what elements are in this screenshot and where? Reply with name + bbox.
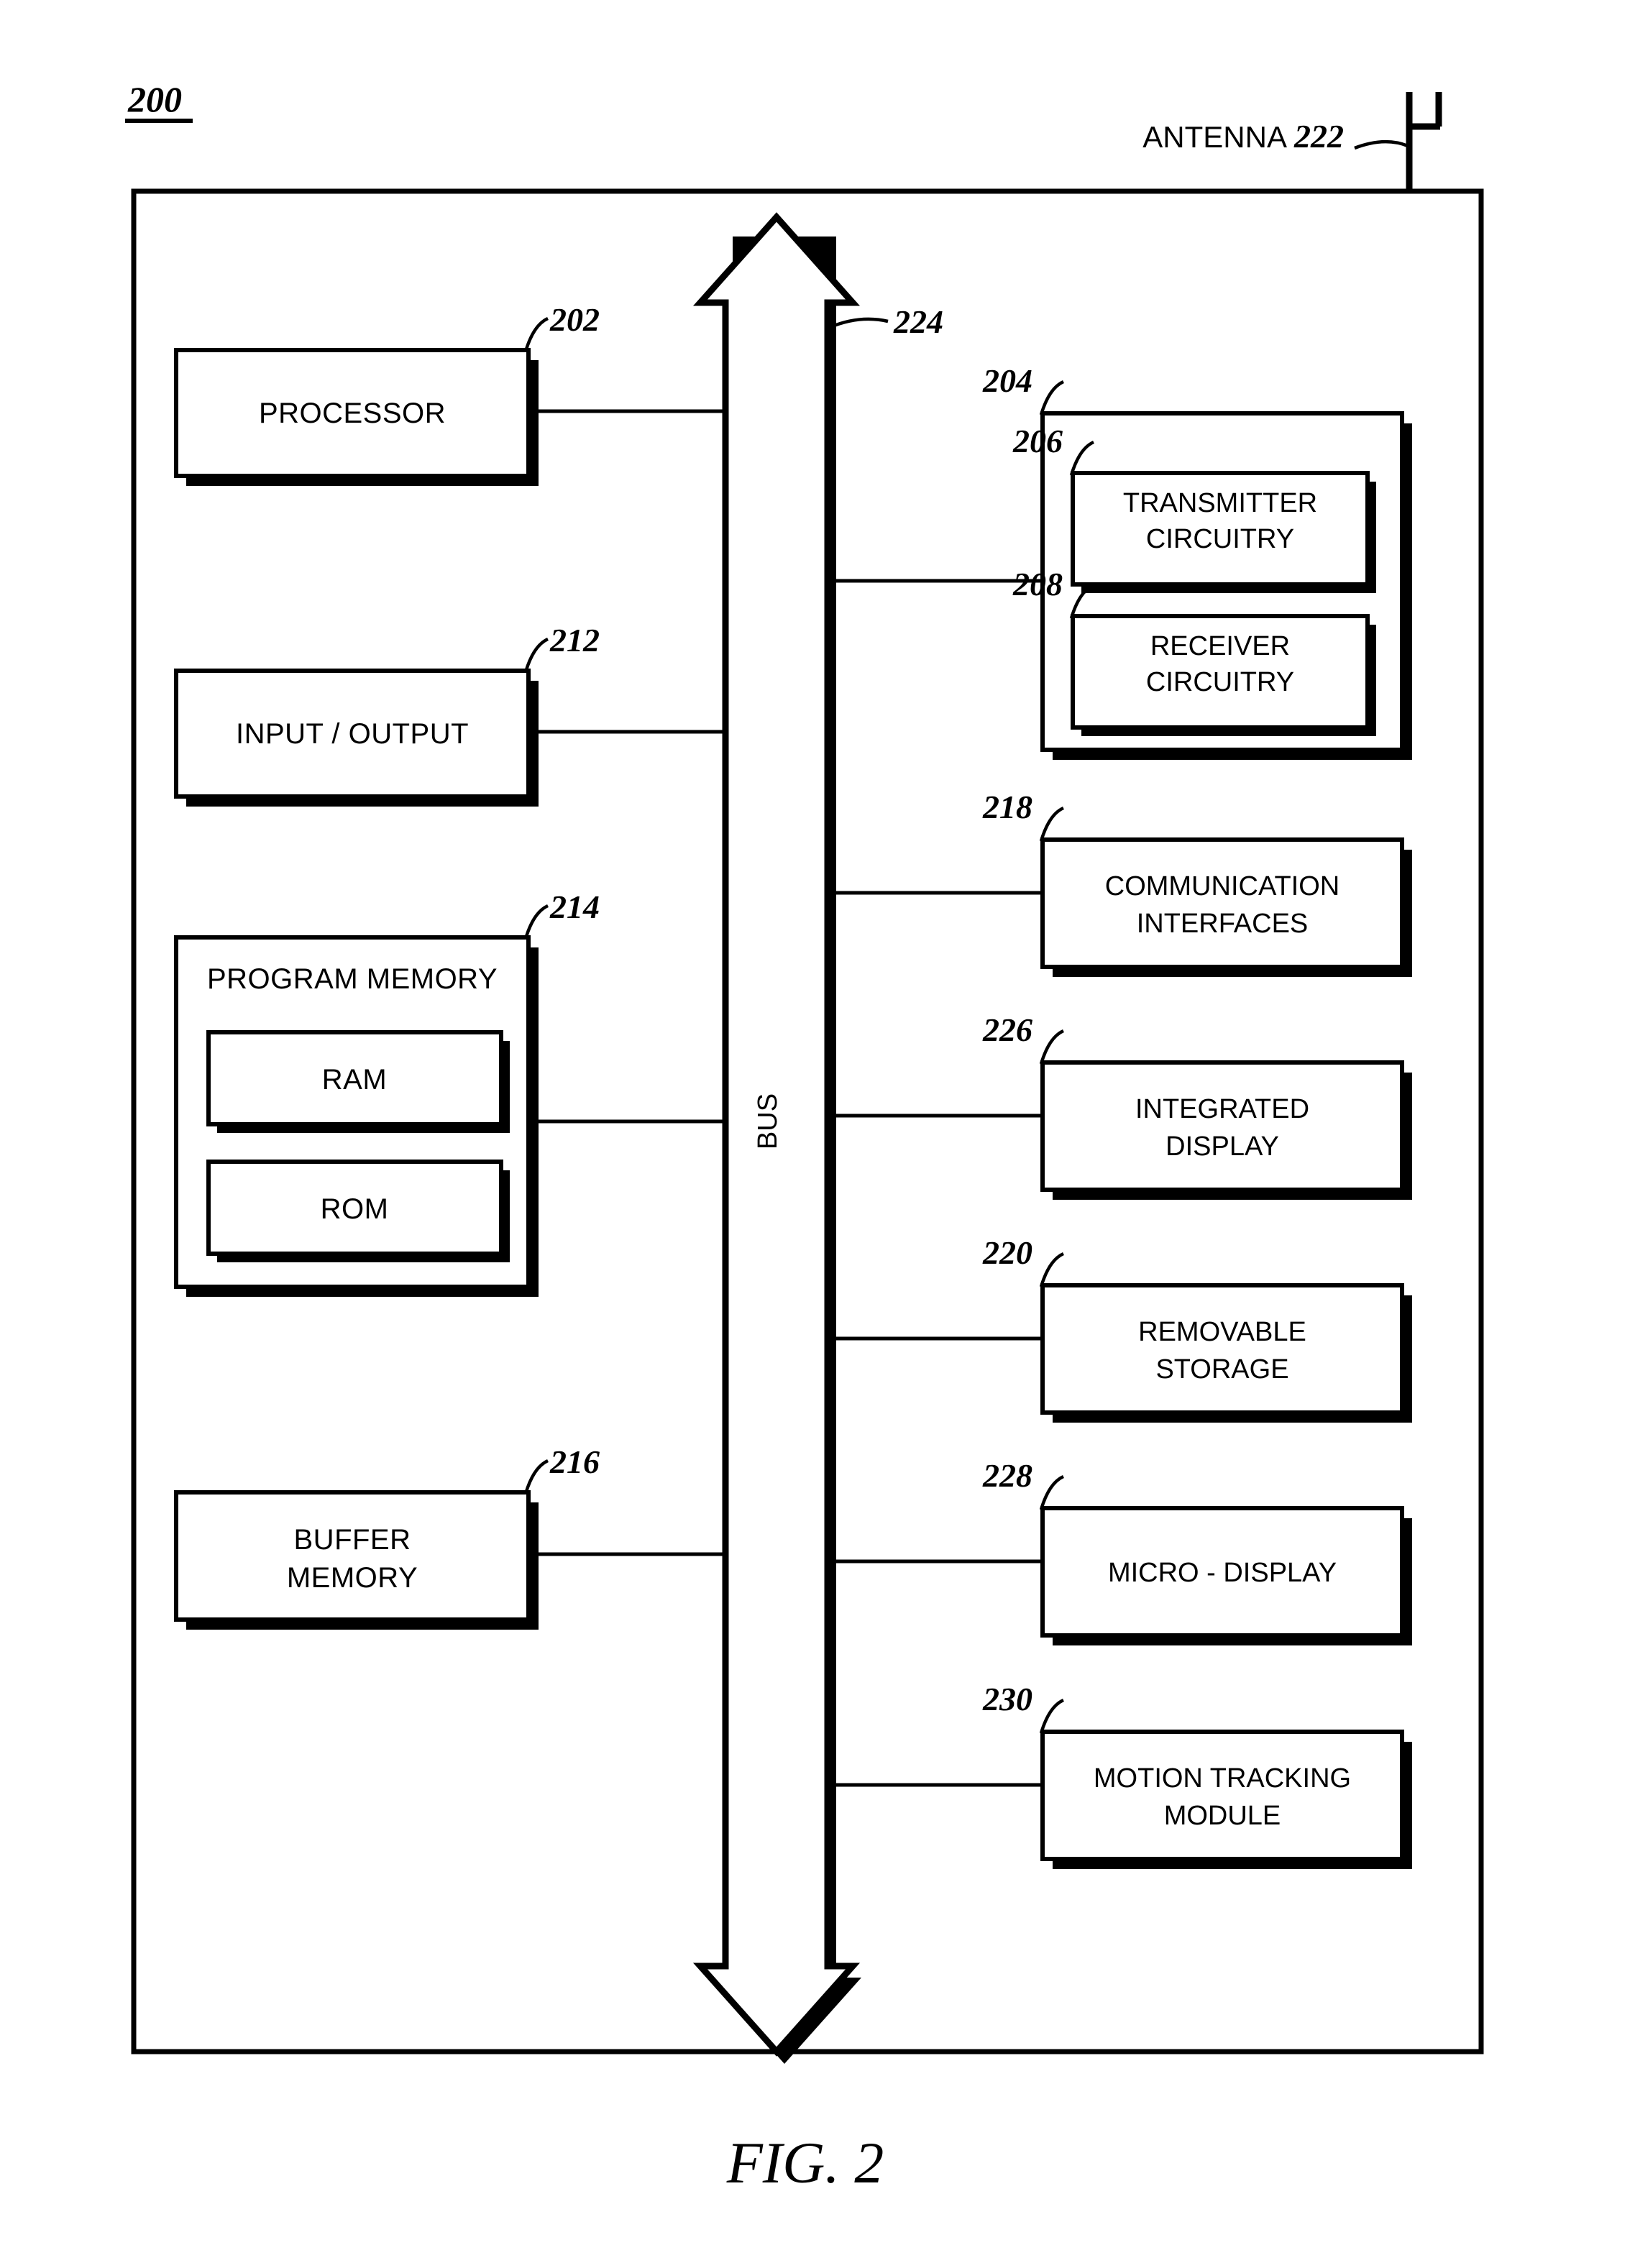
input-output-ref-number: 212 bbox=[549, 622, 600, 658]
program-memory-ref-number: 214 bbox=[549, 889, 600, 925]
block-rom[interactable]: ROM bbox=[206, 1160, 510, 1262]
block-transceiver-group[interactable]: TRANSMITTER CIRCUITRY 206 RECEIVER CIRCU… bbox=[982, 362, 1412, 760]
figure-caption: FIG. 2 bbox=[726, 2130, 884, 2195]
figure-canvas: 200 ANTENNA 222 BUS 224 PROCESSOR 202 IN… bbox=[0, 0, 1635, 2268]
receiver-circuitry-label-line1: RECEIVER bbox=[1150, 631, 1290, 661]
processor-ref-number: 202 bbox=[549, 301, 600, 338]
communication-interfaces-box bbox=[1040, 837, 1404, 969]
micro-display-label-line1: MICRO - DISPLAY bbox=[1108, 1558, 1337, 1588]
motion-tracking-module-label-line1: MOTION TRACKING bbox=[1094, 1763, 1351, 1794]
ram-label: RAM bbox=[322, 1064, 387, 1096]
bus-ref-number: 224 bbox=[893, 303, 943, 340]
antenna-label: ANTENNA bbox=[1142, 120, 1287, 154]
transceiver-group-ref-number: 204 bbox=[982, 362, 1032, 399]
communication-interfaces-ref-number: 218 bbox=[982, 789, 1032, 825]
bus-label: BUS bbox=[753, 1093, 783, 1149]
micro-display-ref-number: 228 bbox=[982, 1457, 1032, 1494]
buffer-memory-label-line2: MEMORY bbox=[287, 1562, 418, 1594]
transmitter-circuitry-ref-number: 206 bbox=[1012, 423, 1063, 459]
integrated-display-label-line1: INTEGRATED bbox=[1135, 1094, 1309, 1124]
rom-label: ROM bbox=[321, 1193, 389, 1225]
antenna-ref-number: 222 bbox=[1293, 118, 1344, 155]
integrated-display-ref-number: 226 bbox=[982, 1011, 1032, 1048]
input-output-label: INPUT / OUTPUT bbox=[236, 718, 469, 750]
block-program-memory[interactable]: PROGRAM MEMORY RAM ROM 214 bbox=[174, 889, 600, 1297]
removable-storage-ref-number: 220 bbox=[982, 1234, 1032, 1271]
transmitter-circuitry-label-line2: CIRCUITRY bbox=[1146, 524, 1294, 554]
buffer-memory-label-line1: BUFFER bbox=[294, 1524, 411, 1556]
program-memory-label: PROGRAM MEMORY bbox=[207, 963, 498, 995]
processor-label: PROCESSOR bbox=[259, 398, 446, 429]
figure-number: 200 bbox=[127, 79, 182, 119]
communication-interfaces-label-line1: COMMUNICATION bbox=[1105, 871, 1340, 901]
removable-storage-label-line1: REMOVABLE bbox=[1138, 1317, 1306, 1347]
transmitter-circuitry-label-line1: TRANSMITTER bbox=[1123, 488, 1317, 518]
receiver-circuitry-ref-number: 208 bbox=[1012, 566, 1063, 602]
removable-storage-label-line2: STORAGE bbox=[1155, 1354, 1288, 1385]
buffer-memory-box bbox=[174, 1490, 531, 1622]
communication-interfaces-label-line2: INTERFACES bbox=[1137, 909, 1309, 939]
receiver-circuitry-label-line2: CIRCUITRY bbox=[1146, 667, 1294, 697]
integrated-display-box bbox=[1040, 1060, 1404, 1192]
motion-tracking-module-box bbox=[1040, 1730, 1404, 1861]
buffer-memory-ref-number: 216 bbox=[549, 1443, 600, 1480]
block-ram[interactable]: RAM bbox=[206, 1030, 510, 1133]
motion-tracking-module-label-line2: MODULE bbox=[1164, 1801, 1281, 1831]
patent-figure-2: 200 ANTENNA 222 BUS 224 PROCESSOR 202 IN… bbox=[0, 0, 1635, 2268]
integrated-display-label-line2: DISPLAY bbox=[1165, 1131, 1279, 1162]
removable-storage-box bbox=[1040, 1283, 1404, 1415]
motion-tracking-module-ref-number: 230 bbox=[982, 1681, 1032, 1717]
